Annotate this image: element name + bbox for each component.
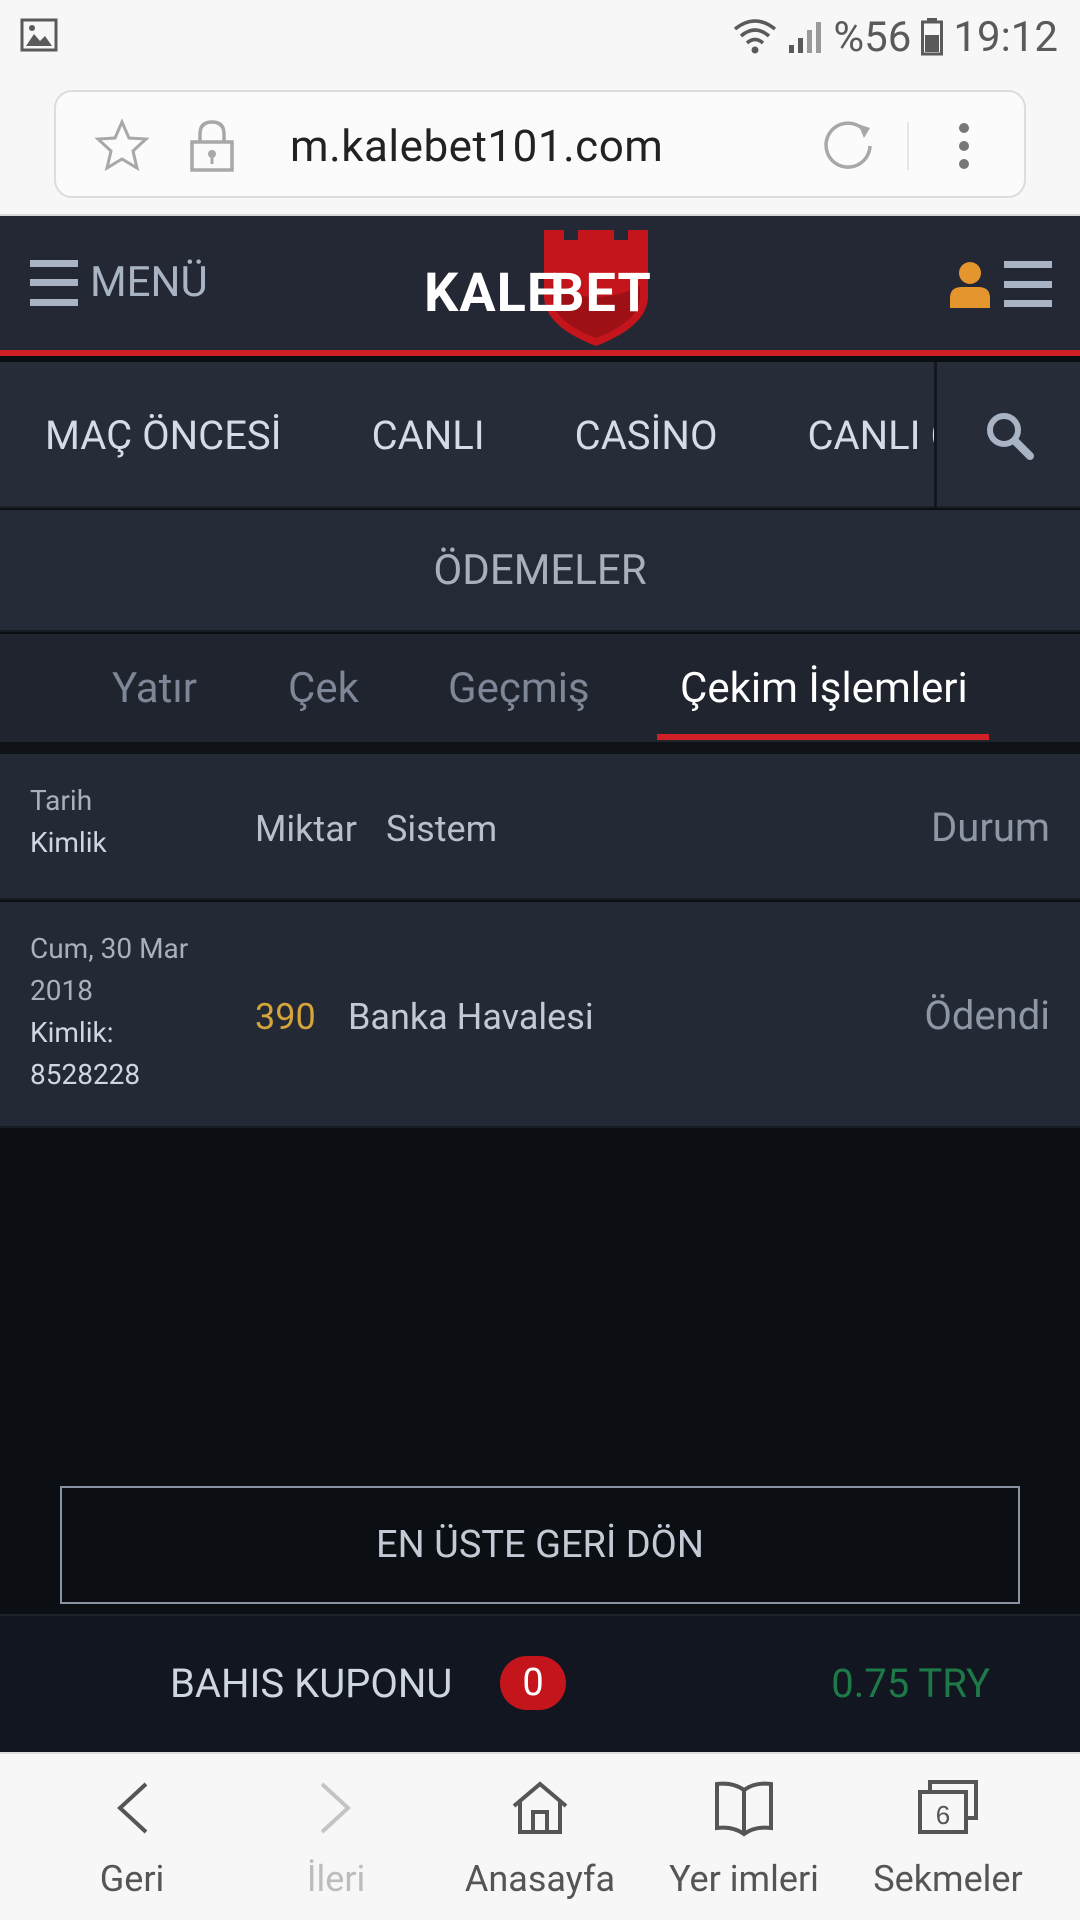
- url-text[interactable]: m.kalebet101.com: [290, 120, 663, 172]
- nav-item-pre-match[interactable]: MAÇ ÖNCESİ: [0, 412, 327, 459]
- bet-slip-count-badge: 0: [500, 1656, 566, 1710]
- kalebet-logo[interactable]: KALE BET: [420, 226, 660, 346]
- header-date: Tarih: [30, 784, 93, 817]
- forward-label: İleri: [306, 1858, 366, 1900]
- row-date: Cum, 30 Mar 2018 Kimlik: 8528228: [30, 928, 188, 1096]
- toolbar-divider: [907, 122, 909, 170]
- bookmarks-label: Yer imleri: [669, 1858, 819, 1900]
- signal-icon: [789, 22, 822, 53]
- gallery-icon: [20, 18, 58, 52]
- forward-button[interactable]: İleri: [228, 1754, 444, 1920]
- user-area: [950, 260, 1052, 308]
- tab-withdrawal-transactions[interactable]: Çekim İşlemleri: [680, 634, 968, 742]
- tab-withdraw[interactable]: Çek: [288, 634, 359, 742]
- tabs-icon: 6: [918, 1780, 978, 1834]
- row-date-line1: Cum, 30 Mar: [30, 932, 189, 965]
- logo-text-bet: BET: [550, 262, 652, 325]
- tab-count: 6: [936, 1800, 950, 1830]
- header-status: Durum: [931, 804, 1050, 851]
- header-system: Sistem: [386, 808, 498, 850]
- active-tab-indicator: [657, 734, 989, 740]
- page-title: ÖDEMELER: [0, 510, 1080, 632]
- user-icon[interactable]: [950, 260, 990, 308]
- bookmarks-button[interactable]: Yer imleri: [636, 1754, 852, 1920]
- balance-amount: 0.75 TRY: [831, 1660, 990, 1707]
- header-amount: Miktar: [255, 808, 357, 850]
- browser-bottom-nav: Geri İleri Anasayfa Yer imleri 6 Sekmele…: [0, 1752, 1080, 1920]
- table-row: Cum, 30 Mar 2018 Kimlik: 8528228 390 Ban…: [0, 902, 1080, 1128]
- menu-label: MENÜ: [90, 258, 208, 307]
- clock: 19:12: [953, 12, 1058, 62]
- user-menu-icon[interactable]: [1004, 261, 1052, 307]
- sports-nav: MAÇ ÖNCESİ CANLI CASİNO CANLI CASİNO: [0, 362, 1080, 508]
- chevron-left-icon: [117, 1782, 148, 1834]
- chevron-right-icon: [320, 1782, 351, 1834]
- row-system: Banka Havalesi: [348, 996, 594, 1038]
- logo-text-kale: KALE: [424, 262, 559, 325]
- tabs-divider: [0, 742, 1080, 754]
- row-date-line2: 2018: [30, 974, 93, 1007]
- table-header: Tarih Kimlik Miktar Sistem Durum: [0, 754, 1080, 900]
- home-button[interactable]: Anasayfa: [432, 1754, 648, 1920]
- back-label: Geri: [99, 1858, 165, 1900]
- status-bar: %56 19:12: [0, 0, 1080, 74]
- battery-percent: %56: [833, 12, 912, 62]
- row-amount: 390: [255, 996, 316, 1038]
- search-button[interactable]: [934, 362, 1080, 508]
- nav-item-live-casino[interactable]: CANLI CASİNO: [762, 412, 934, 459]
- nav-items: MAÇ ÖNCESİ CANLI CASİNO CANLI CASİNO: [0, 362, 934, 508]
- back-to-top-button[interactable]: EN ÜSTE GERİ DÖN: [60, 1486, 1020, 1604]
- home-icon: [512, 1781, 568, 1834]
- more-options-icon[interactable]: [954, 118, 974, 174]
- bet-slip-label: BAHIS KUPONU: [170, 1660, 453, 1707]
- address-bar[interactable]: m.kalebet101.com: [54, 90, 1026, 198]
- bookmark-star-icon[interactable]: [94, 118, 150, 174]
- book-icon: [715, 1781, 773, 1837]
- tab-deposit[interactable]: Yatır: [112, 634, 197, 742]
- row-status: Ödendi: [924, 992, 1050, 1039]
- lock-icon[interactable]: [188, 118, 236, 174]
- search-icon: [986, 413, 1034, 460]
- tab-history[interactable]: Geçmiş: [448, 634, 590, 742]
- payment-tabs: Yatır Çek Geçmiş Çekim İşlemleri: [0, 634, 1080, 742]
- tabs-button[interactable]: 6 Sekmeler: [840, 1754, 1056, 1920]
- bet-slip-bar[interactable]: BAHIS KUPONU 0 0.75 TRY: [0, 1614, 1080, 1752]
- reload-icon[interactable]: [820, 118, 876, 174]
- back-button[interactable]: Geri: [24, 1754, 240, 1920]
- site-header: MENÜ KALE BET: [0, 216, 1080, 356]
- battery-icon: [921, 18, 944, 56]
- hamburger-icon: [30, 259, 78, 306]
- menu-button[interactable]: MENÜ: [30, 258, 208, 307]
- nav-item-live[interactable]: CANLI: [327, 412, 530, 459]
- nav-item-casino[interactable]: CASİNO: [530, 412, 763, 459]
- row-id-value: 8528228: [30, 1058, 141, 1091]
- wifi-icon: [734, 19, 777, 54]
- row-id-label: Kimlik:: [30, 1016, 114, 1049]
- browser-toolbar: m.kalebet101.com: [0, 74, 1080, 216]
- home-label: Anasayfa: [464, 1858, 616, 1900]
- tabs-label: Sekmeler: [873, 1858, 1023, 1900]
- status-icons: %56 19:12: [733, 10, 1058, 64]
- header-id: Kimlik: [30, 826, 107, 859]
